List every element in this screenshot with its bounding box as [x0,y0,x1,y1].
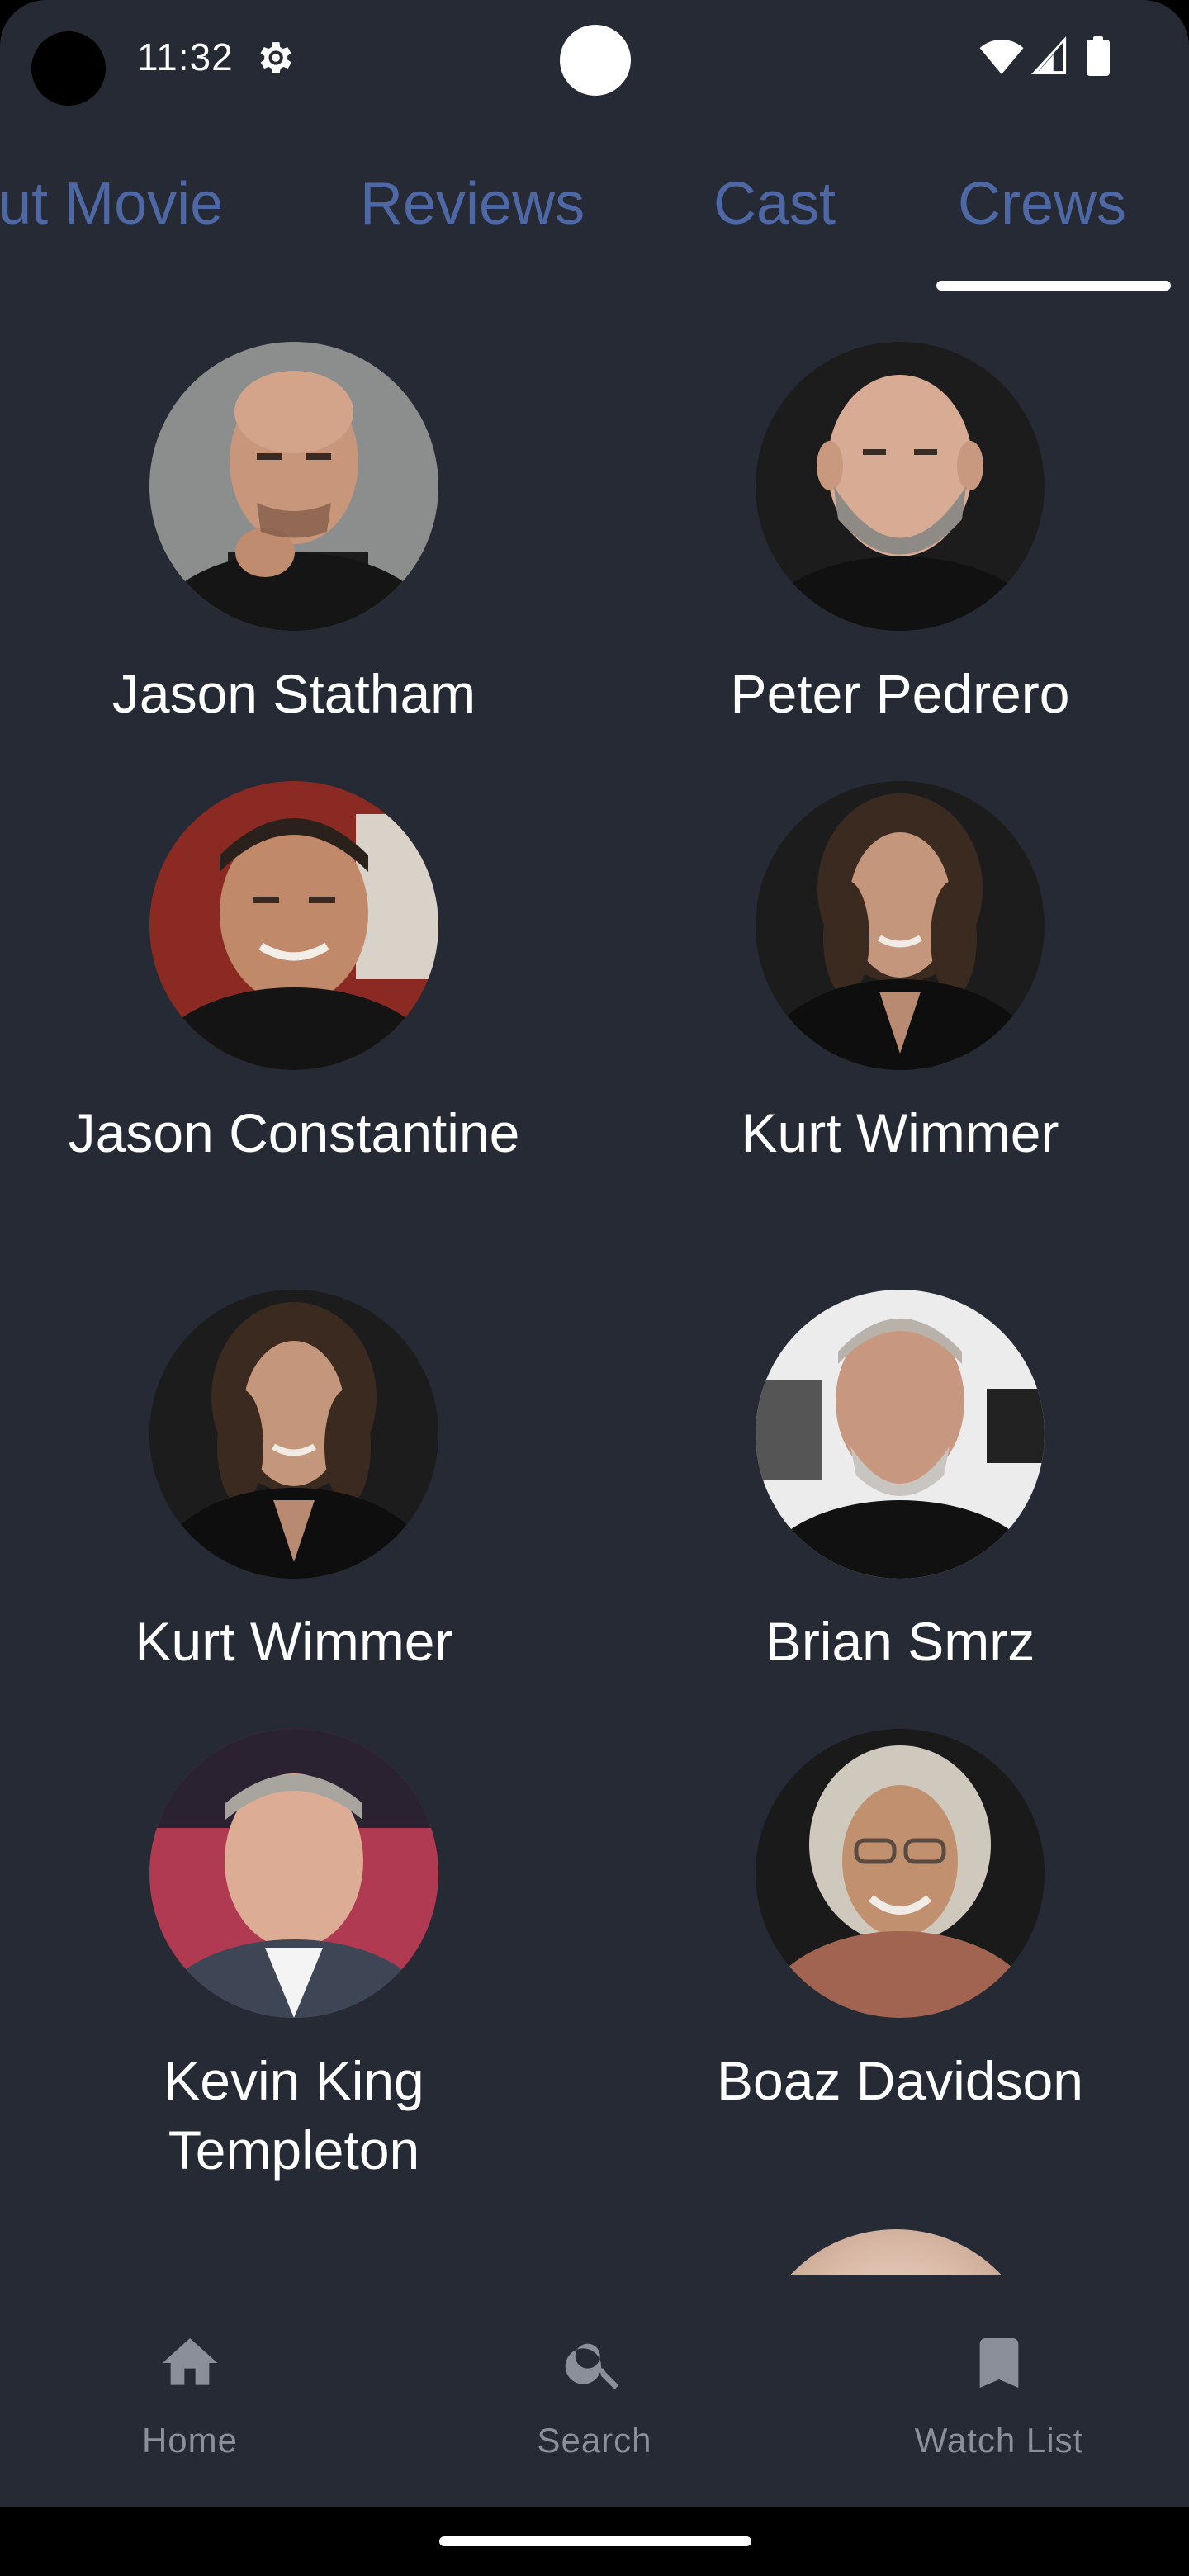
camera-cutout [31,31,106,106]
battery-icon [1087,36,1110,76]
crew-card[interactable]: Kurt Wimmer [38,1290,550,1676]
crew-avatar [149,781,438,1070]
nav-search-label: Search [537,2421,652,2460]
crew-avatar [149,1290,438,1579]
status-bar: 11:32 [0,0,1189,116]
gesture-bar-area [0,2507,1189,2576]
bookmark-icon [979,2338,1019,2388]
crew-avatar [756,781,1045,1070]
crew-card[interactable]: Brian Smrz [644,1290,1156,1676]
crew-name: Boaz Davidson [717,2050,1083,2111]
crew-name: Kevin King Templeton [163,2050,424,2181]
selected-tab-indicator [936,281,1171,291]
nav-watch-list-label: Watch List [914,2421,1084,2460]
app-screen: 11:32 About Movie Reviews Cast Crews [0,0,1189,2576]
crew-name: Kurt Wimmer [135,1611,453,1672]
settings-icon [260,42,292,73]
crew-card[interactable]: Kurt Wimmer [644,781,1156,1167]
crew-card[interactable]: Jason Statham [38,342,550,728]
crew-card[interactable]: Jason Constantine [38,781,550,1167]
status-time: 11:32 [137,36,234,78]
tab-cast[interactable]: Cast [713,170,836,238]
crew-name: Brian Smrz [765,1611,1035,1672]
crew-name: Peter Pedrero [730,663,1070,724]
tab-about-movie[interactable]: About Movie [0,170,223,238]
crew-avatar [756,1729,1045,2018]
nav-watch-list[interactable]: Watch List [875,2330,1123,2460]
nav-search[interactable]: Search [471,2330,718,2460]
wifi-icon [979,40,1024,74]
crew-avatar [149,342,438,631]
nav-home[interactable]: Home [66,2330,314,2460]
tab-crews[interactable]: Crews [958,170,1126,238]
nav-home-label: Home [141,2421,239,2460]
detail-tabs: About Movie Reviews Cast Crews [0,149,1189,297]
crew-avatar [149,1729,438,2018]
crew-card[interactable]: Peter Pedrero [644,342,1156,728]
crew-name: Jason Statham [111,663,476,724]
bottom-navigation: Home Search Watch List [0,2275,1189,2507]
crew-card[interactable]: Boaz Davidson [644,1729,1156,2115]
crew-avatar [756,342,1045,631]
search-icon [565,2343,619,2389]
crew-avatar [756,1290,1045,1579]
home-icon [162,2338,218,2385]
signal-icon [1030,36,1067,74]
crew-avatar-partial [751,2229,1040,2275]
crew-grid: Jason Statham Peter Pedrero Jason Consta… [0,297,1189,2275]
crew-card[interactable]: Kevin King Templeton [38,1729,550,2185]
crew-name: Jason Constantine [68,1102,520,1163]
gesture-handle[interactable] [439,2536,751,2546]
crew-name: Kurt Wimmer [741,1102,1059,1163]
front-camera-dot [560,25,631,96]
tab-reviews[interactable]: Reviews [360,170,585,238]
